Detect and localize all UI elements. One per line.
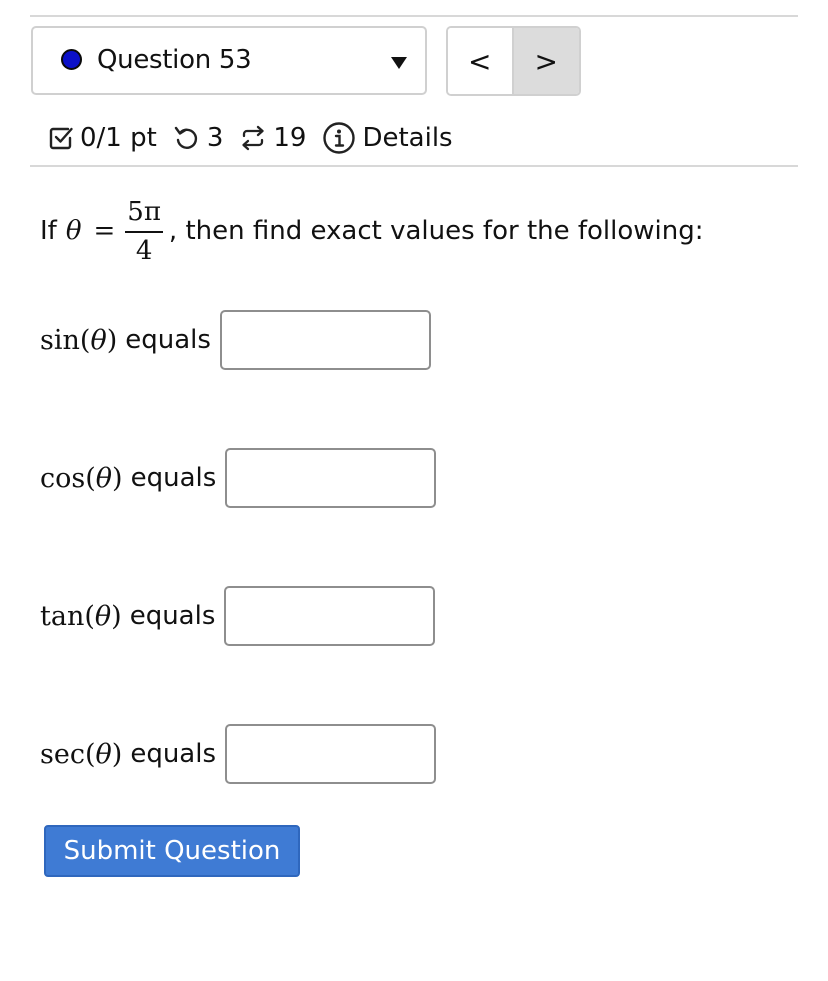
- question-select-label: Question 53: [97, 45, 252, 75]
- sin-fn: sin: [40, 324, 80, 356]
- previous-question-button[interactable]: <: [448, 28, 514, 94]
- header-divider: [30, 165, 798, 167]
- score-text: 0/1 pt: [80, 123, 157, 153]
- sec-answer-input[interactable]: [225, 724, 437, 784]
- prompt-prefix: If: [40, 216, 57, 246]
- sec-label: sec(θ) equals: [40, 738, 217, 770]
- tan-row: tan(θ) equals: [40, 586, 436, 646]
- angle-fraction: 5π 4: [125, 195, 163, 267]
- question-meta: 0/1 pt 3 19 Details: [48, 116, 453, 160]
- sin-arg: θ: [90, 324, 107, 356]
- checkbox-check-icon: [48, 125, 74, 151]
- next-question-button[interactable]: >: [513, 28, 579, 94]
- sin-label: sin(θ) equals: [40, 324, 211, 356]
- details-label: Details: [362, 123, 453, 153]
- tan-fn: tan: [40, 600, 85, 632]
- fraction-numerator: 5π: [125, 195, 163, 233]
- tan-equals-text: equals: [129, 601, 216, 631]
- details-link[interactable]: Details: [322, 121, 453, 155]
- cos-equals-text: equals: [130, 463, 217, 493]
- prompt-equals: =: [93, 216, 116, 246]
- tan-label: tan(θ) equals: [40, 600, 216, 632]
- prompt-suffix: , then find exact values for the followi…: [168, 216, 704, 246]
- info-circle-icon: [322, 121, 356, 155]
- prompt-theta: θ: [65, 216, 82, 246]
- question-prompt: If θ = 5π 4 , then find exact values for…: [40, 195, 704, 267]
- submit-question-button[interactable]: Submit Question: [44, 825, 300, 877]
- sin-answer-input[interactable]: [219, 310, 431, 370]
- status-dot-icon: [61, 49, 82, 70]
- tan-arg: θ: [94, 600, 112, 632]
- tan-answer-input[interactable]: [224, 586, 436, 646]
- dropdown-caret-icon: [391, 57, 407, 69]
- page: Question 53 < > 0/1 pt 3 19 Details If θ…: [0, 0, 828, 981]
- sec-row: sec(θ) equals: [40, 724, 437, 784]
- cos-row: cos(θ) equals: [40, 448, 437, 508]
- cos-answer-input[interactable]: [225, 448, 437, 508]
- sin-equals-text: equals: [125, 325, 211, 355]
- question-nav: < >: [446, 26, 581, 96]
- fraction-denominator: 4: [135, 236, 153, 266]
- cos-arg: θ: [95, 462, 113, 494]
- retries-count: 3: [206, 123, 224, 153]
- sec-arg: θ: [95, 738, 112, 770]
- attempts-repeat-icon: [239, 124, 267, 152]
- sec-fn: sec: [40, 738, 85, 770]
- top-divider: [30, 15, 798, 17]
- cos-fn: cos: [40, 462, 86, 494]
- sin-row: sin(θ) equals: [40, 310, 431, 370]
- cos-label: cos(θ) equals: [40, 462, 217, 494]
- question-select[interactable]: Question 53: [31, 26, 427, 95]
- attempts-count: 19: [273, 123, 307, 153]
- retry-undo-icon: [173, 124, 201, 152]
- sec-equals-text: equals: [130, 739, 217, 769]
